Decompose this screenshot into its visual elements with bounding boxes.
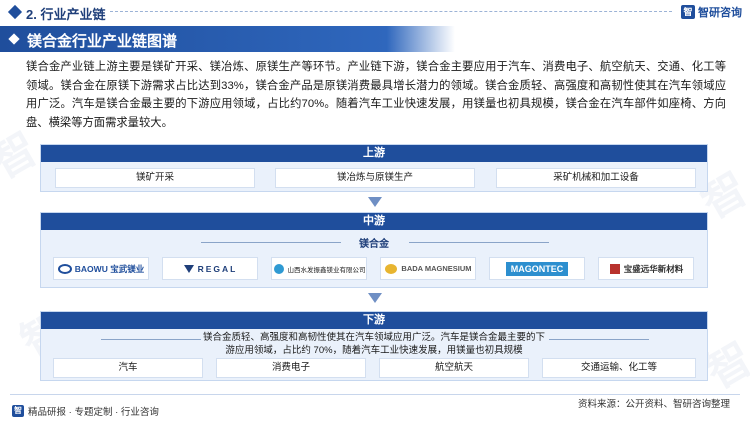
diamond-icon (7, 4, 23, 20)
brand-icon: 智 (12, 405, 24, 417)
downstream-description-line: 游应用领域，占比约 70%，随着汽车工业快速发展，用镁量也初具规模 (225, 344, 523, 356)
divider (409, 242, 549, 243)
header-divider (110, 11, 672, 12)
downstream-description: 镁合金质轻、高强度和高韧性使其在汽车领域应用广泛。汽车是镁合金最主要的下 游应用… (41, 332, 707, 357)
company-name: REGAL (197, 263, 238, 274)
company-regal: REGAL (162, 257, 258, 280)
company-name: 宝盛远华新材料 (623, 263, 684, 274)
top-header: 2. 行业产业链 智 智研咨询 (0, 0, 750, 24)
baosheng-logo-icon (609, 263, 620, 274)
diamond-icon (8, 33, 20, 45)
downstream-item: 航空航天 (379, 358, 529, 378)
intro-paragraph: 镁合金产业链上游主要是镁矿开采、镁冶炼、原镁生产等环节。产业链下游，镁合金主要应… (26, 61, 726, 129)
down-arrow-icon (366, 196, 384, 208)
brand-logo: 智 智研咨询 (681, 4, 742, 20)
footer-slogan-text: 精品研报 · 专题定制 · 行业咨询 (28, 407, 159, 418)
downstream-header: 下游 (41, 312, 707, 329)
regal-logo-icon (183, 264, 194, 273)
company-name: BAOWU 宝武镁业 (74, 263, 145, 274)
source-note: 资料来源：公开资料、智研咨询整理 (577, 399, 730, 410)
upstream-item: 镁冶炼与原镁生产 (275, 168, 475, 188)
downstream-item: 消费电子 (216, 358, 366, 378)
upstream-item: 镁矿开采 (55, 168, 255, 188)
company-name: 山西水发振鑫镁业有限公司 (287, 266, 366, 274)
midstream-header: 中游 (41, 213, 707, 230)
bada-logo-icon (385, 263, 398, 274)
baowu-logo-icon (57, 263, 72, 274)
midstream-sublabel-row: 镁合金 (41, 235, 707, 250)
company-shuifa: 山西水发振鑫镁业有限公司 (271, 257, 367, 280)
company-baowu: BAOWU 宝武镁业 (53, 257, 149, 280)
downstream-panel: 下游 镁合金质轻、高强度和高韧性使其在汽车领域应用广泛。汽车是镁合金最主要的下 … (40, 311, 708, 381)
shuifa-logo-icon (273, 263, 284, 274)
upstream-item: 采矿机械和加工设备 (496, 168, 696, 188)
brand-icon: 智 (681, 5, 695, 19)
page-title: 镁合金行业产业链图谱 (27, 33, 178, 50)
upstream-panel: 上游 镁矿开采 镁冶炼与原镁生产 采矿机械和加工设备 (40, 144, 708, 192)
company-bada: BADA MAGNESIUM (380, 257, 476, 280)
company-name: BADA MAGNESIUM (401, 264, 472, 273)
footer-slogan: 智 精品研报 · 专题定制 · 行业咨询 (12, 404, 159, 418)
company-baosheng: 宝盛远华新材料 (598, 257, 694, 280)
down-arrow-icon (366, 292, 384, 304)
divider (549, 339, 649, 340)
footer: 智 精品研报 · 专题定制 · 行业咨询 资料来源：公开资料、智研咨询整理 (0, 394, 750, 421)
midstream-panel: 中游 镁合金 BAOWU 宝武镁业 REGAL 山西水发振鑫镁业有限公司 BAD… (40, 212, 708, 288)
downstream-item: 交通运输、化工等 (542, 358, 696, 378)
brand-name: 智研咨询 (698, 7, 742, 19)
upstream-header: 上游 (41, 145, 707, 162)
title-banner: 镁合金行业产业链图谱 (0, 26, 455, 52)
footer-divider (10, 394, 740, 395)
downstream-item: 汽车 (53, 358, 203, 378)
company-name: MAGONTEC (505, 261, 569, 276)
midstream-sublabel: 镁合金 (359, 239, 389, 250)
section-title: 2. 行业产业链 (26, 7, 106, 22)
company-magontec: MAGONTEC (489, 257, 585, 280)
